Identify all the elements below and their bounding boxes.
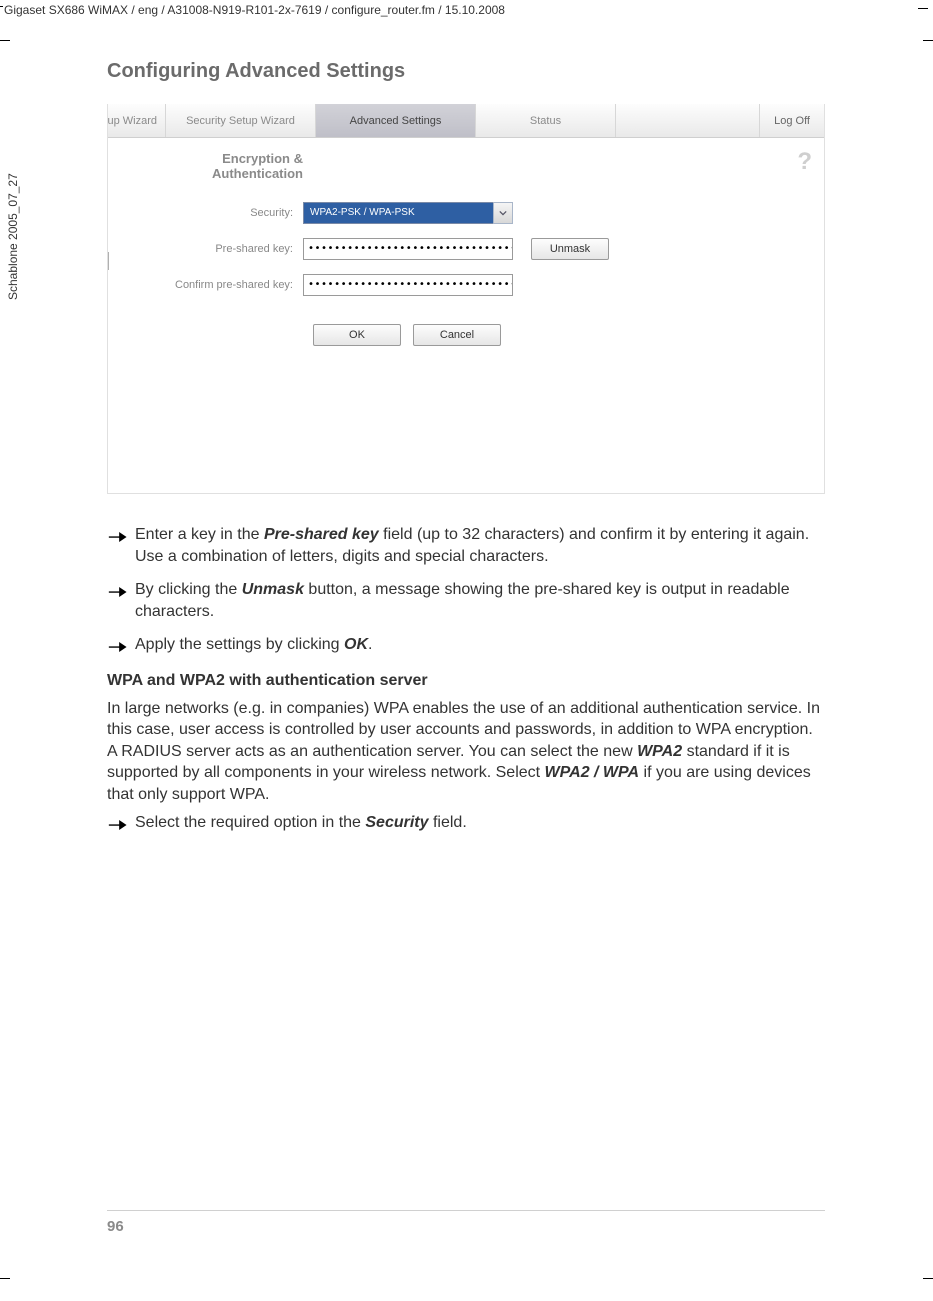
- arrow-icon: [107, 638, 129, 660]
- unmask-button[interactable]: Unmask: [531, 238, 609, 260]
- page-title: Configuring Advanced Settings: [107, 60, 405, 83]
- router-ui-screenshot: up Wizard Security Setup Wizard Advanced…: [107, 104, 825, 494]
- tab-security-setup-wizard[interactable]: Security Setup Wizard: [166, 104, 316, 137]
- tab-status[interactable]: Status: [476, 104, 616, 137]
- arrow-icon: [107, 816, 129, 838]
- security-select[interactable]: WPA2-PSK / WPA-PSK: [303, 202, 513, 224]
- cancel-button[interactable]: Cancel: [413, 324, 501, 346]
- subsection-heading: WPA and WPA2 with authentication server: [107, 670, 825, 692]
- confirm-pre-shared-key-input[interactable]: ••••••••••••••••••••••••••••••••: [303, 274, 513, 296]
- help-icon[interactable]: ?: [797, 148, 812, 176]
- doc-path-header: Gigaset SX686 WiMAX / eng / A31008-N919-…: [4, 3, 505, 17]
- tab-bar: up Wizard Security Setup Wizard Advanced…: [108, 104, 824, 138]
- label-pre-shared-key: Pre-shared key:: [128, 243, 303, 255]
- tab-advanced-settings[interactable]: Advanced Settings: [316, 104, 476, 137]
- tab-setup-wizard-partial[interactable]: up Wizard: [108, 104, 166, 137]
- instruction-item: Apply the settings by clicking OK.: [107, 634, 825, 656]
- instruction-item: By clicking the Unmask button, a message…: [107, 579, 825, 622]
- label-confirm-pre-shared-key: Confirm pre-shared key:: [128, 279, 303, 291]
- section-heading: Encryption & Authentication: [128, 152, 303, 182]
- logoff-link[interactable]: Log Off: [759, 104, 824, 137]
- ok-button[interactable]: OK: [313, 324, 401, 346]
- paragraph: In large networks (e.g. in companies) WP…: [107, 698, 825, 806]
- instruction-item: Select the required option in the Securi…: [107, 812, 825, 834]
- arrow-icon: [107, 528, 129, 550]
- label-security: Security:: [128, 207, 303, 219]
- pre-shared-key-input[interactable]: ••••••••••••••••••••••••••••••••: [303, 238, 513, 260]
- chevron-down-icon[interactable]: [493, 202, 513, 224]
- scroll-indicator: [107, 252, 109, 270]
- arrow-icon: [107, 583, 129, 605]
- template-version: Schablone 2005_07_27: [6, 173, 20, 300]
- page-number: 96: [107, 1218, 124, 1235]
- instruction-item: Enter a key in the Pre-shared key field …: [107, 524, 825, 567]
- instruction-text: Enter a key in the Pre-shared key field …: [107, 524, 825, 845]
